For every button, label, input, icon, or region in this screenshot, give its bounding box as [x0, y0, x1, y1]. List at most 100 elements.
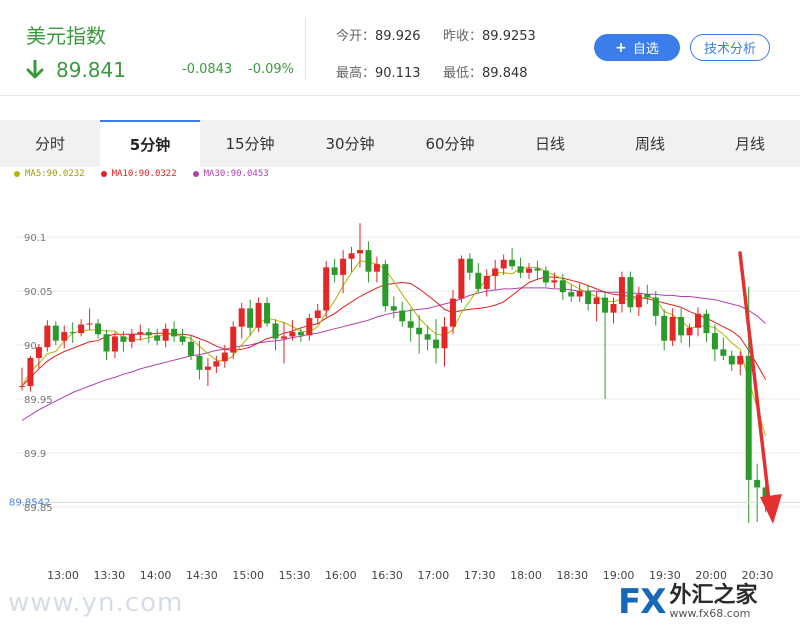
candle-body	[179, 336, 186, 342]
ma-layer	[21, 260, 767, 436]
candle-body	[323, 267, 330, 311]
candle-body	[230, 326, 237, 353]
candle-body	[602, 297, 609, 313]
candle-body	[509, 259, 516, 267]
fx68-logo: FX 外汇之家 www.fx68.com	[618, 577, 800, 627]
logo-fx: FX	[618, 582, 666, 622]
candle-body	[306, 318, 313, 336]
candle-body	[365, 250, 372, 272]
candle-body	[686, 327, 693, 336]
candle-body	[162, 328, 169, 341]
candle-body	[576, 291, 583, 297]
candle-body	[154, 335, 161, 341]
candle-body	[272, 323, 279, 339]
candle-body	[416, 327, 423, 335]
site-watermark: www.yn.com	[8, 588, 184, 618]
candle-body	[297, 332, 304, 336]
x-tick-label: 16:30	[371, 569, 403, 582]
candle-body	[593, 297, 600, 305]
candle-body	[475, 272, 482, 289]
candle-body	[678, 316, 685, 336]
candle-layer	[19, 223, 769, 524]
candle-body	[745, 355, 752, 480]
candle-body	[627, 277, 634, 308]
candle-body	[348, 253, 355, 259]
candle-body	[78, 324, 85, 334]
x-tick-label: 16:00	[325, 569, 357, 582]
candle-body	[357, 250, 363, 254]
candle-body	[551, 280, 558, 283]
x-tick-label: 14:00	[140, 569, 172, 582]
grid-layer	[16, 236, 800, 508]
x-tick-label: 14:30	[186, 569, 218, 582]
candle-body	[441, 326, 448, 349]
candle-body	[661, 315, 668, 341]
candle-body	[610, 304, 617, 313]
candle-body	[483, 275, 490, 289]
candle-body	[424, 334, 431, 340]
candle-body	[466, 258, 473, 273]
ma10-line	[21, 276, 767, 387]
candle-body	[390, 306, 397, 311]
y-tick-label: 89.85	[24, 503, 53, 514]
logo-url: www.fx68.com	[669, 607, 751, 620]
candle-body	[213, 361, 220, 367]
candle-body	[534, 268, 541, 271]
candle-body	[120, 336, 127, 342]
candle-body	[711, 333, 718, 350]
candle-body	[280, 336, 287, 339]
candle-body	[171, 328, 178, 337]
candle-body	[492, 268, 499, 276]
trend-arrow-head	[760, 494, 782, 524]
candle-body	[517, 266, 524, 273]
candle-body	[95, 323, 102, 335]
candle-body	[559, 280, 566, 293]
x-tick-label: 13:00	[47, 569, 79, 582]
candle-body	[382, 264, 389, 307]
y-tick-label: 90.05	[24, 287, 53, 298]
candle-body	[314, 310, 321, 319]
candle-body	[669, 316, 676, 341]
candle-body	[652, 297, 659, 316]
x-tick-label: 17:00	[418, 569, 450, 582]
candle-body	[204, 366, 211, 370]
candle-body	[27, 357, 34, 387]
candle-body	[221, 352, 228, 362]
logo-name: 外汇之家	[669, 583, 758, 608]
candle-body	[635, 294, 642, 308]
candle-body	[542, 270, 549, 283]
candle-body	[754, 479, 761, 488]
candle-body	[52, 325, 59, 341]
candle-body	[449, 298, 456, 327]
candle-body	[61, 332, 68, 341]
candle-body	[238, 308, 245, 327]
candle-body	[407, 321, 414, 328]
x-tick-label: 17:30	[464, 569, 496, 582]
x-tick-label: 18:30	[556, 569, 588, 582]
x-tick-label: 15:30	[279, 569, 311, 582]
candle-body	[86, 323, 93, 325]
candle-body	[728, 355, 735, 365]
candlestick-chart: 89.8542 90.1 90.05 90 89.95 89.9 89.85 13:00 13…	[9, 223, 800, 582]
candle-body	[188, 341, 194, 356]
y-tick-label: 89.9	[24, 449, 46, 460]
candle-body	[331, 267, 338, 275]
candle-body	[35, 347, 42, 358]
candle-body	[618, 277, 625, 305]
candle-body	[137, 332, 144, 335]
candle-body	[255, 302, 262, 328]
candle-body	[340, 258, 347, 275]
candle-body	[19, 386, 25, 388]
x-tick-label: 15:00	[232, 569, 264, 582]
candle-body	[644, 294, 651, 298]
axis-layer: 90.1 90.05 90 89.95 89.9 89.85 13:00 13:30 14:00…	[24, 233, 773, 582]
candle-body	[433, 339, 440, 349]
candle-body	[44, 325, 51, 348]
candle-body	[289, 332, 296, 337]
candle-body	[373, 264, 380, 272]
candle-body	[111, 336, 118, 352]
candle-body	[526, 268, 532, 273]
candle-body	[103, 334, 110, 352]
candle-body	[69, 332, 76, 334]
candle-body	[703, 313, 710, 334]
